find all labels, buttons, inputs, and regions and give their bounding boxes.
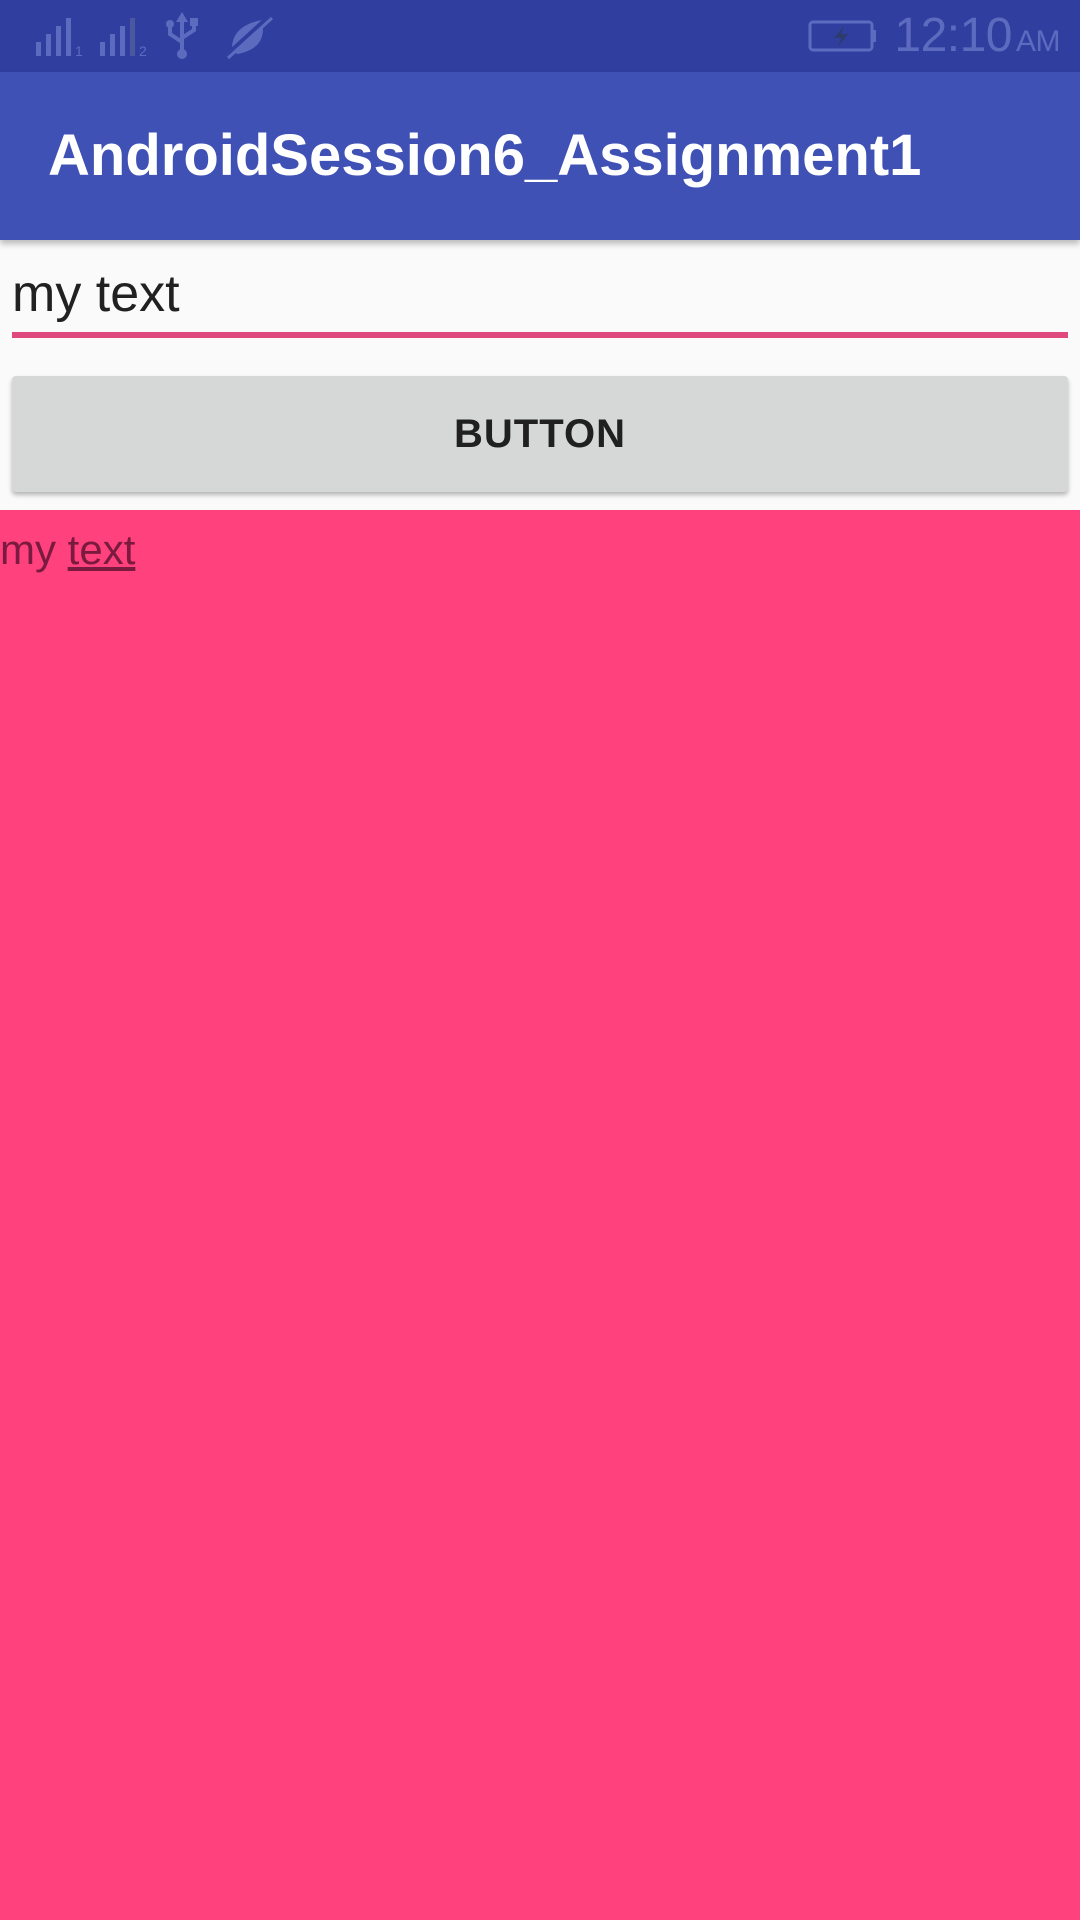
clock-time: 12:10 (894, 9, 1012, 62)
edit-text-field[interactable] (12, 256, 1068, 340)
screen: 1 2 12:10 AM AndroidSession6_Assignment1… (0, 0, 1080, 1920)
clock: 12:10 AM (894, 10, 1060, 68)
output-text: my text (0, 520, 135, 580)
app-title: AndroidSession6_Assignment1 (48, 123, 922, 188)
edit-text-input[interactable] (12, 256, 1068, 332)
signal-sim2-icon: 2 (98, 14, 150, 63)
edit-text-underline (12, 332, 1068, 338)
usb-icon (162, 12, 202, 65)
app-bar: AndroidSession6_Assignment1 (0, 72, 1080, 240)
sim1-label: 1 (75, 43, 83, 58)
battery-charging-icon (808, 20, 878, 57)
main-button[interactable]: BUTTON (12, 376, 1068, 492)
sim2-label: 2 (139, 43, 147, 58)
clock-ampm: AM (1016, 25, 1061, 58)
signal-sim1-icon: 1 (34, 14, 86, 63)
output-area: my text (0, 510, 1080, 1920)
output-word-plain: my (0, 526, 56, 573)
no-data-icon (222, 12, 274, 65)
status-bar: 1 2 12:10 AM (0, 0, 1080, 72)
output-word-link[interactable]: text (68, 526, 136, 573)
